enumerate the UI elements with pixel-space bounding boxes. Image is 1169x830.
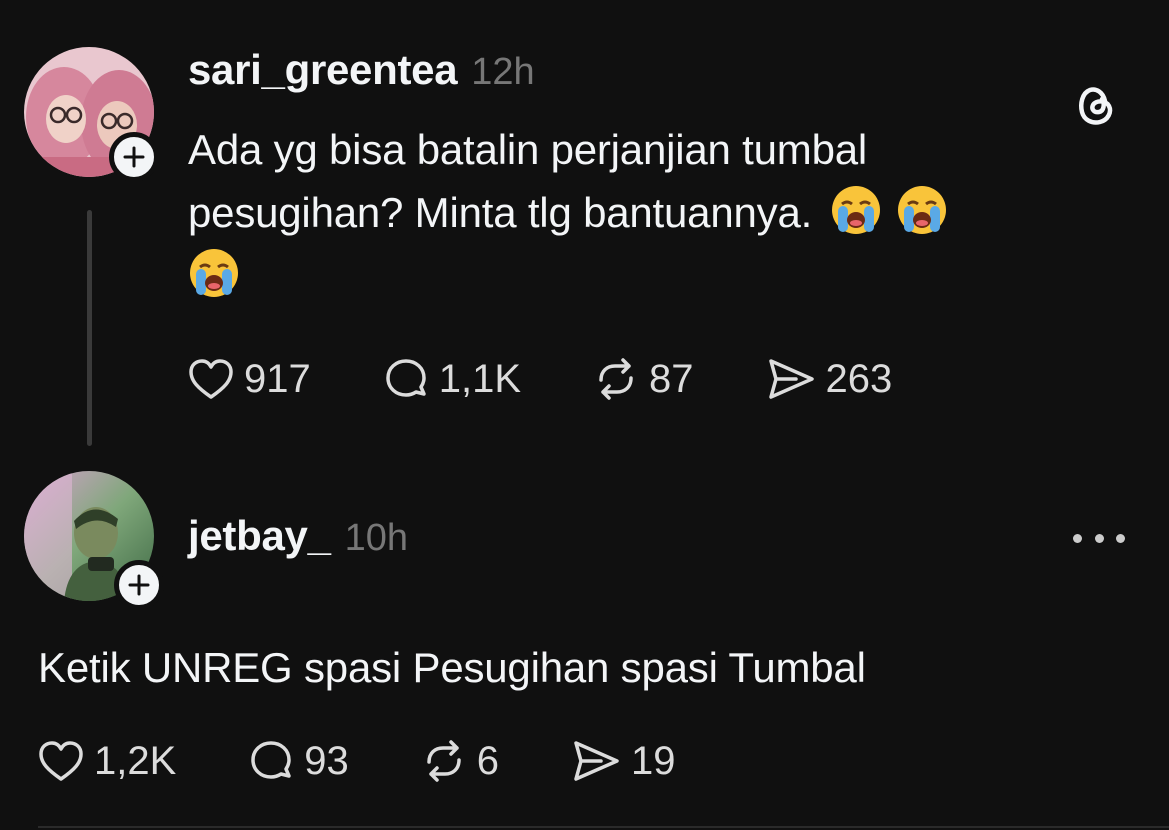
divider bbox=[38, 826, 1169, 828]
timestamp[interactable]: 12h bbox=[471, 51, 534, 94]
comment-icon bbox=[251, 741, 292, 779]
post-text-line-2: pesugihan? Minta tlg bantuannya. bbox=[188, 181, 1128, 244]
share-button[interactable]: 263 bbox=[766, 356, 893, 402]
heart-icon bbox=[39, 741, 83, 781]
more-dot-icon bbox=[1094, 533, 1104, 543]
loudly-crying-face-emoji bbox=[896, 184, 948, 236]
reply-actions: 1,2K 93 6 19 bbox=[38, 738, 676, 784]
repost-icon bbox=[599, 358, 633, 400]
loudly-crying-face-emoji bbox=[188, 247, 240, 299]
thread-connector-line bbox=[87, 210, 92, 446]
like-button[interactable]: 917 bbox=[188, 357, 311, 402]
username[interactable]: sari_greentea bbox=[188, 46, 458, 94]
more-dot-icon bbox=[1073, 533, 1082, 543]
like-count: 917 bbox=[244, 356, 311, 401]
reply-button[interactable]: 1,1K bbox=[383, 356, 521, 402]
follow-button-jetbay[interactable] bbox=[114, 560, 164, 610]
follow-button-sari-greentea[interactable] bbox=[109, 132, 159, 182]
more-options-button[interactable] bbox=[1073, 528, 1125, 548]
more-dot-icon bbox=[1116, 533, 1125, 543]
like-button[interactable]: 1,2K bbox=[38, 739, 176, 784]
comment-icon bbox=[386, 359, 426, 397]
like-count: 1,2K bbox=[94, 738, 177, 783]
reply-button[interactable]: 93 bbox=[248, 738, 349, 784]
send-icon bbox=[768, 359, 814, 399]
reply-header: jetbay_ 10h bbox=[188, 512, 408, 560]
post-text-line-3 bbox=[188, 244, 1128, 307]
post-text-line-1: Ada yg bisa batalin perjanjian tumbal bbox=[188, 126, 868, 173]
plus-icon bbox=[128, 574, 150, 596]
post-body: Ada yg bisa batalin perjanjian tumbal pe… bbox=[188, 118, 1128, 307]
threads-conversation: sari_greentea 12h Ada yg bisa batalin pe… bbox=[0, 0, 1169, 830]
send-icon bbox=[574, 741, 619, 781]
username[interactable]: jetbay_ bbox=[188, 512, 331, 560]
reply-count: 93 bbox=[304, 738, 349, 783]
reply-count: 1,1K bbox=[438, 356, 522, 401]
repost-button[interactable]: 87 bbox=[593, 356, 694, 402]
post-actions: 917 1,1K 87 263 bbox=[188, 356, 892, 402]
share-count: 19 bbox=[631, 738, 676, 783]
plus-icon bbox=[123, 146, 145, 168]
repost-button[interactable]: 6 bbox=[421, 738, 499, 784]
reply-body: Ketik UNREG spasi Pesugihan spasi Tumbal bbox=[38, 644, 866, 691]
repost-icon bbox=[427, 740, 461, 782]
heart-icon bbox=[189, 359, 233, 399]
timestamp[interactable]: 10h bbox=[345, 517, 408, 560]
post-header: sari_greentea 12h bbox=[188, 46, 535, 94]
repost-count: 87 bbox=[649, 356, 694, 401]
loudly-crying-face-emoji bbox=[830, 184, 882, 236]
repost-count: 6 bbox=[476, 738, 500, 783]
share-button[interactable]: 19 bbox=[571, 739, 676, 784]
share-count: 263 bbox=[825, 356, 893, 401]
